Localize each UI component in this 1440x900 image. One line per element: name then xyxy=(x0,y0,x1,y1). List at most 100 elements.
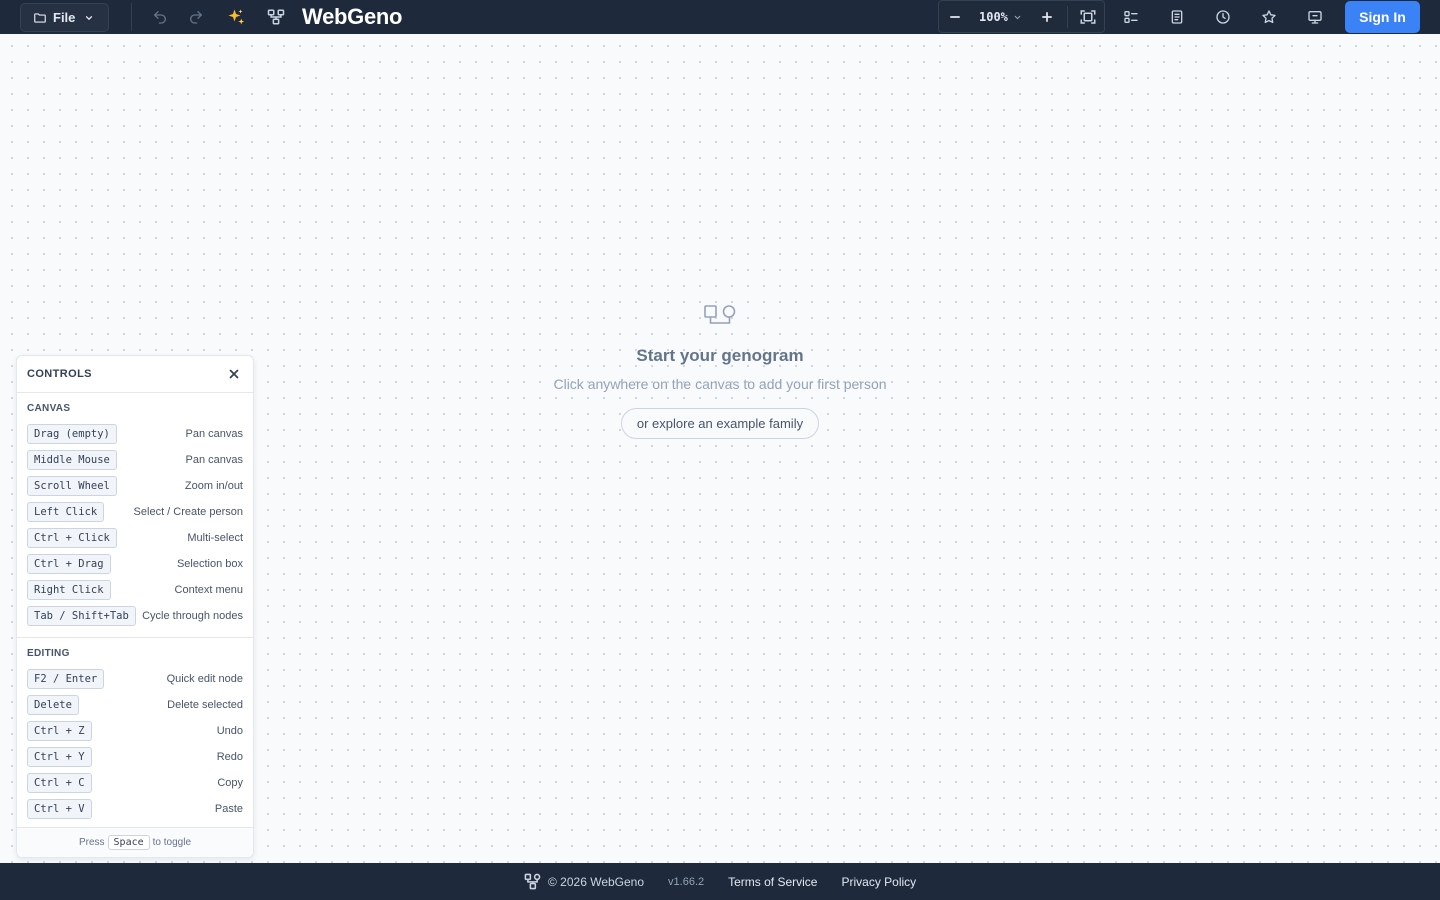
shortcut-row: Ctrl + Z Undo xyxy=(27,718,243,744)
shortcut-row: Left Click Select / Create person xyxy=(27,499,243,525)
redo-icon xyxy=(190,11,202,24)
shortcut-key: Scroll Wheel xyxy=(27,476,117,496)
star-icon xyxy=(1262,10,1276,24)
document-icon xyxy=(1171,10,1183,24)
shortcut-key: Ctrl + Drag xyxy=(27,554,111,574)
checklist-icon xyxy=(1124,11,1138,23)
toggle-key: Space xyxy=(107,835,150,850)
shortcut-action: Delete selected xyxy=(167,699,243,711)
tree-layout-icon xyxy=(267,9,285,25)
shortcut-action: Selection box xyxy=(176,558,243,570)
fit-screen-icon xyxy=(1080,10,1096,24)
shortcut-row: Scroll Wheel Zoom in/out xyxy=(27,473,243,499)
feedback-button[interactable] xyxy=(1303,5,1327,29)
shortcut-action: Copy xyxy=(217,777,243,789)
editing-section: EDITING F2 / Enter Quick edit node Delete… xyxy=(17,638,253,822)
shortcut-key: Drag (empty) xyxy=(27,424,117,444)
zoom-controls: 100% xyxy=(938,0,1105,33)
footer-content: © 2026 WebGeno v1.66.2 Terms of Service … xyxy=(524,873,916,890)
shortcut-key: Ctrl + V xyxy=(27,799,92,819)
zoom-divider xyxy=(1067,6,1068,28)
shortcut-row: Middle Mouse Pan canvas xyxy=(27,447,243,473)
ai-assist-button[interactable] xyxy=(224,5,248,29)
shortcut-key: Tab / Shift+Tab xyxy=(27,606,136,626)
page-footer: © 2026 WebGeno v1.66.2 Terms of Service … xyxy=(0,863,1440,900)
zoom-out-icon xyxy=(950,16,960,18)
redo-button[interactable] xyxy=(184,5,208,29)
logo-icon xyxy=(524,873,541,890)
feedback-icon xyxy=(1308,11,1322,24)
shortcut-row: Ctrl + Click Multi-select xyxy=(27,525,243,551)
undo-icon xyxy=(154,11,166,24)
explore-example-button[interactable]: or explore an example family xyxy=(620,408,820,439)
shortcut-key: Ctrl + Z xyxy=(27,721,92,741)
shortcut-key: Middle Mouse xyxy=(27,450,117,470)
zoom-level-dropdown[interactable]: 100% xyxy=(979,10,1022,24)
shortcut-row: Ctrl + C Copy xyxy=(27,770,243,796)
toggle-hint-suffix: to toggle xyxy=(152,837,192,848)
shortcut-row: Right Click Context menu xyxy=(27,577,243,603)
top-toolbar: File WebGeno 100% Sign In xyxy=(0,0,1440,34)
shortcut-row: Ctrl + V Paste xyxy=(27,796,243,822)
folder-icon xyxy=(34,12,46,23)
shortcut-action: Pan canvas xyxy=(185,454,243,466)
copyright-text: © 2026 WebGeno xyxy=(548,874,645,889)
toggle-hint-prefix: Press xyxy=(78,837,105,848)
shortcut-key: Ctrl + Click xyxy=(27,528,117,548)
shortcut-action: Paste xyxy=(214,803,243,815)
brand-title: WebGeno xyxy=(302,4,403,29)
undo-button[interactable] xyxy=(148,5,172,29)
shortcut-key: Left Click xyxy=(27,502,105,522)
checklist-button[interactable] xyxy=(1119,5,1143,29)
zoom-out-button[interactable] xyxy=(943,5,967,29)
history-button[interactable] xyxy=(1211,5,1235,29)
shortcut-row: Ctrl + Drag Selection box xyxy=(27,551,243,577)
shortcut-action: Select / Create person xyxy=(133,506,243,518)
privacy-link[interactable]: Privacy Policy xyxy=(841,875,916,889)
controls-footer: Press Space to toggle xyxy=(17,827,253,857)
section-title: EDITING xyxy=(27,648,70,659)
auto-layout-button[interactable] xyxy=(264,5,288,29)
controls-title: CONTROLS xyxy=(27,368,92,380)
shortcut-key: Ctrl + C xyxy=(27,773,92,793)
shortcut-action: Redo xyxy=(216,751,243,763)
close-icon[interactable] xyxy=(227,367,241,381)
genogram-shapes-icon xyxy=(520,304,920,328)
canvas-section: CANVAS Drag (empty) Pan canvas Middle Mou… xyxy=(17,393,253,629)
shortcut-action: Pan canvas xyxy=(185,428,243,440)
zoom-in-icon xyxy=(1042,12,1052,22)
shortcut-action: Undo xyxy=(216,725,243,737)
zoom-in-button[interactable] xyxy=(1035,5,1059,29)
shortcut-row: Ctrl + Y Redo xyxy=(27,744,243,770)
controls-header: CONTROLS xyxy=(17,356,253,393)
chevron-down-icon xyxy=(86,15,93,20)
file-menu-label: File xyxy=(53,10,76,25)
sparkles-icon xyxy=(228,9,245,25)
empty-state: Start your genogram Click anywhere on th… xyxy=(520,304,920,439)
toolbar-divider xyxy=(131,3,132,31)
shortcut-action: Quick edit node xyxy=(166,673,243,685)
history-icon xyxy=(1216,10,1230,24)
shortcut-action: Cycle through nodes xyxy=(142,610,243,622)
favorite-button[interactable] xyxy=(1257,5,1281,29)
shortcut-row: Delete Delete selected xyxy=(27,692,243,718)
shortcut-action: Zoom in/out xyxy=(184,480,243,492)
shortcut-key: F2 / Enter xyxy=(27,669,105,689)
version-text: v1.66.2 xyxy=(668,875,705,888)
file-menu-button[interactable]: File xyxy=(20,3,109,32)
fit-screen-button[interactable] xyxy=(1076,5,1100,29)
shortcut-key: Right Click xyxy=(27,580,111,600)
terms-link[interactable]: Terms of Service xyxy=(728,875,817,889)
section-title: CANVAS xyxy=(27,403,71,414)
chevron-down-icon xyxy=(1014,15,1021,19)
shortcut-row: Tab / Shift+Tab Cycle through nodes xyxy=(27,603,243,629)
shortcut-key: Delete xyxy=(27,695,79,715)
shortcut-action: Multi-select xyxy=(187,532,243,544)
shortcut-action: Context menu xyxy=(174,584,243,596)
zoom-level-value: 100% xyxy=(979,10,1008,24)
shortcut-key: Ctrl + Y xyxy=(27,747,92,767)
empty-state-subtitle: Click anywhere on the canvas to add your… xyxy=(553,376,887,392)
notes-button[interactable] xyxy=(1165,5,1189,29)
empty-state-title: Start your genogram xyxy=(636,346,804,365)
sign-in-button[interactable]: Sign In xyxy=(1345,1,1420,33)
